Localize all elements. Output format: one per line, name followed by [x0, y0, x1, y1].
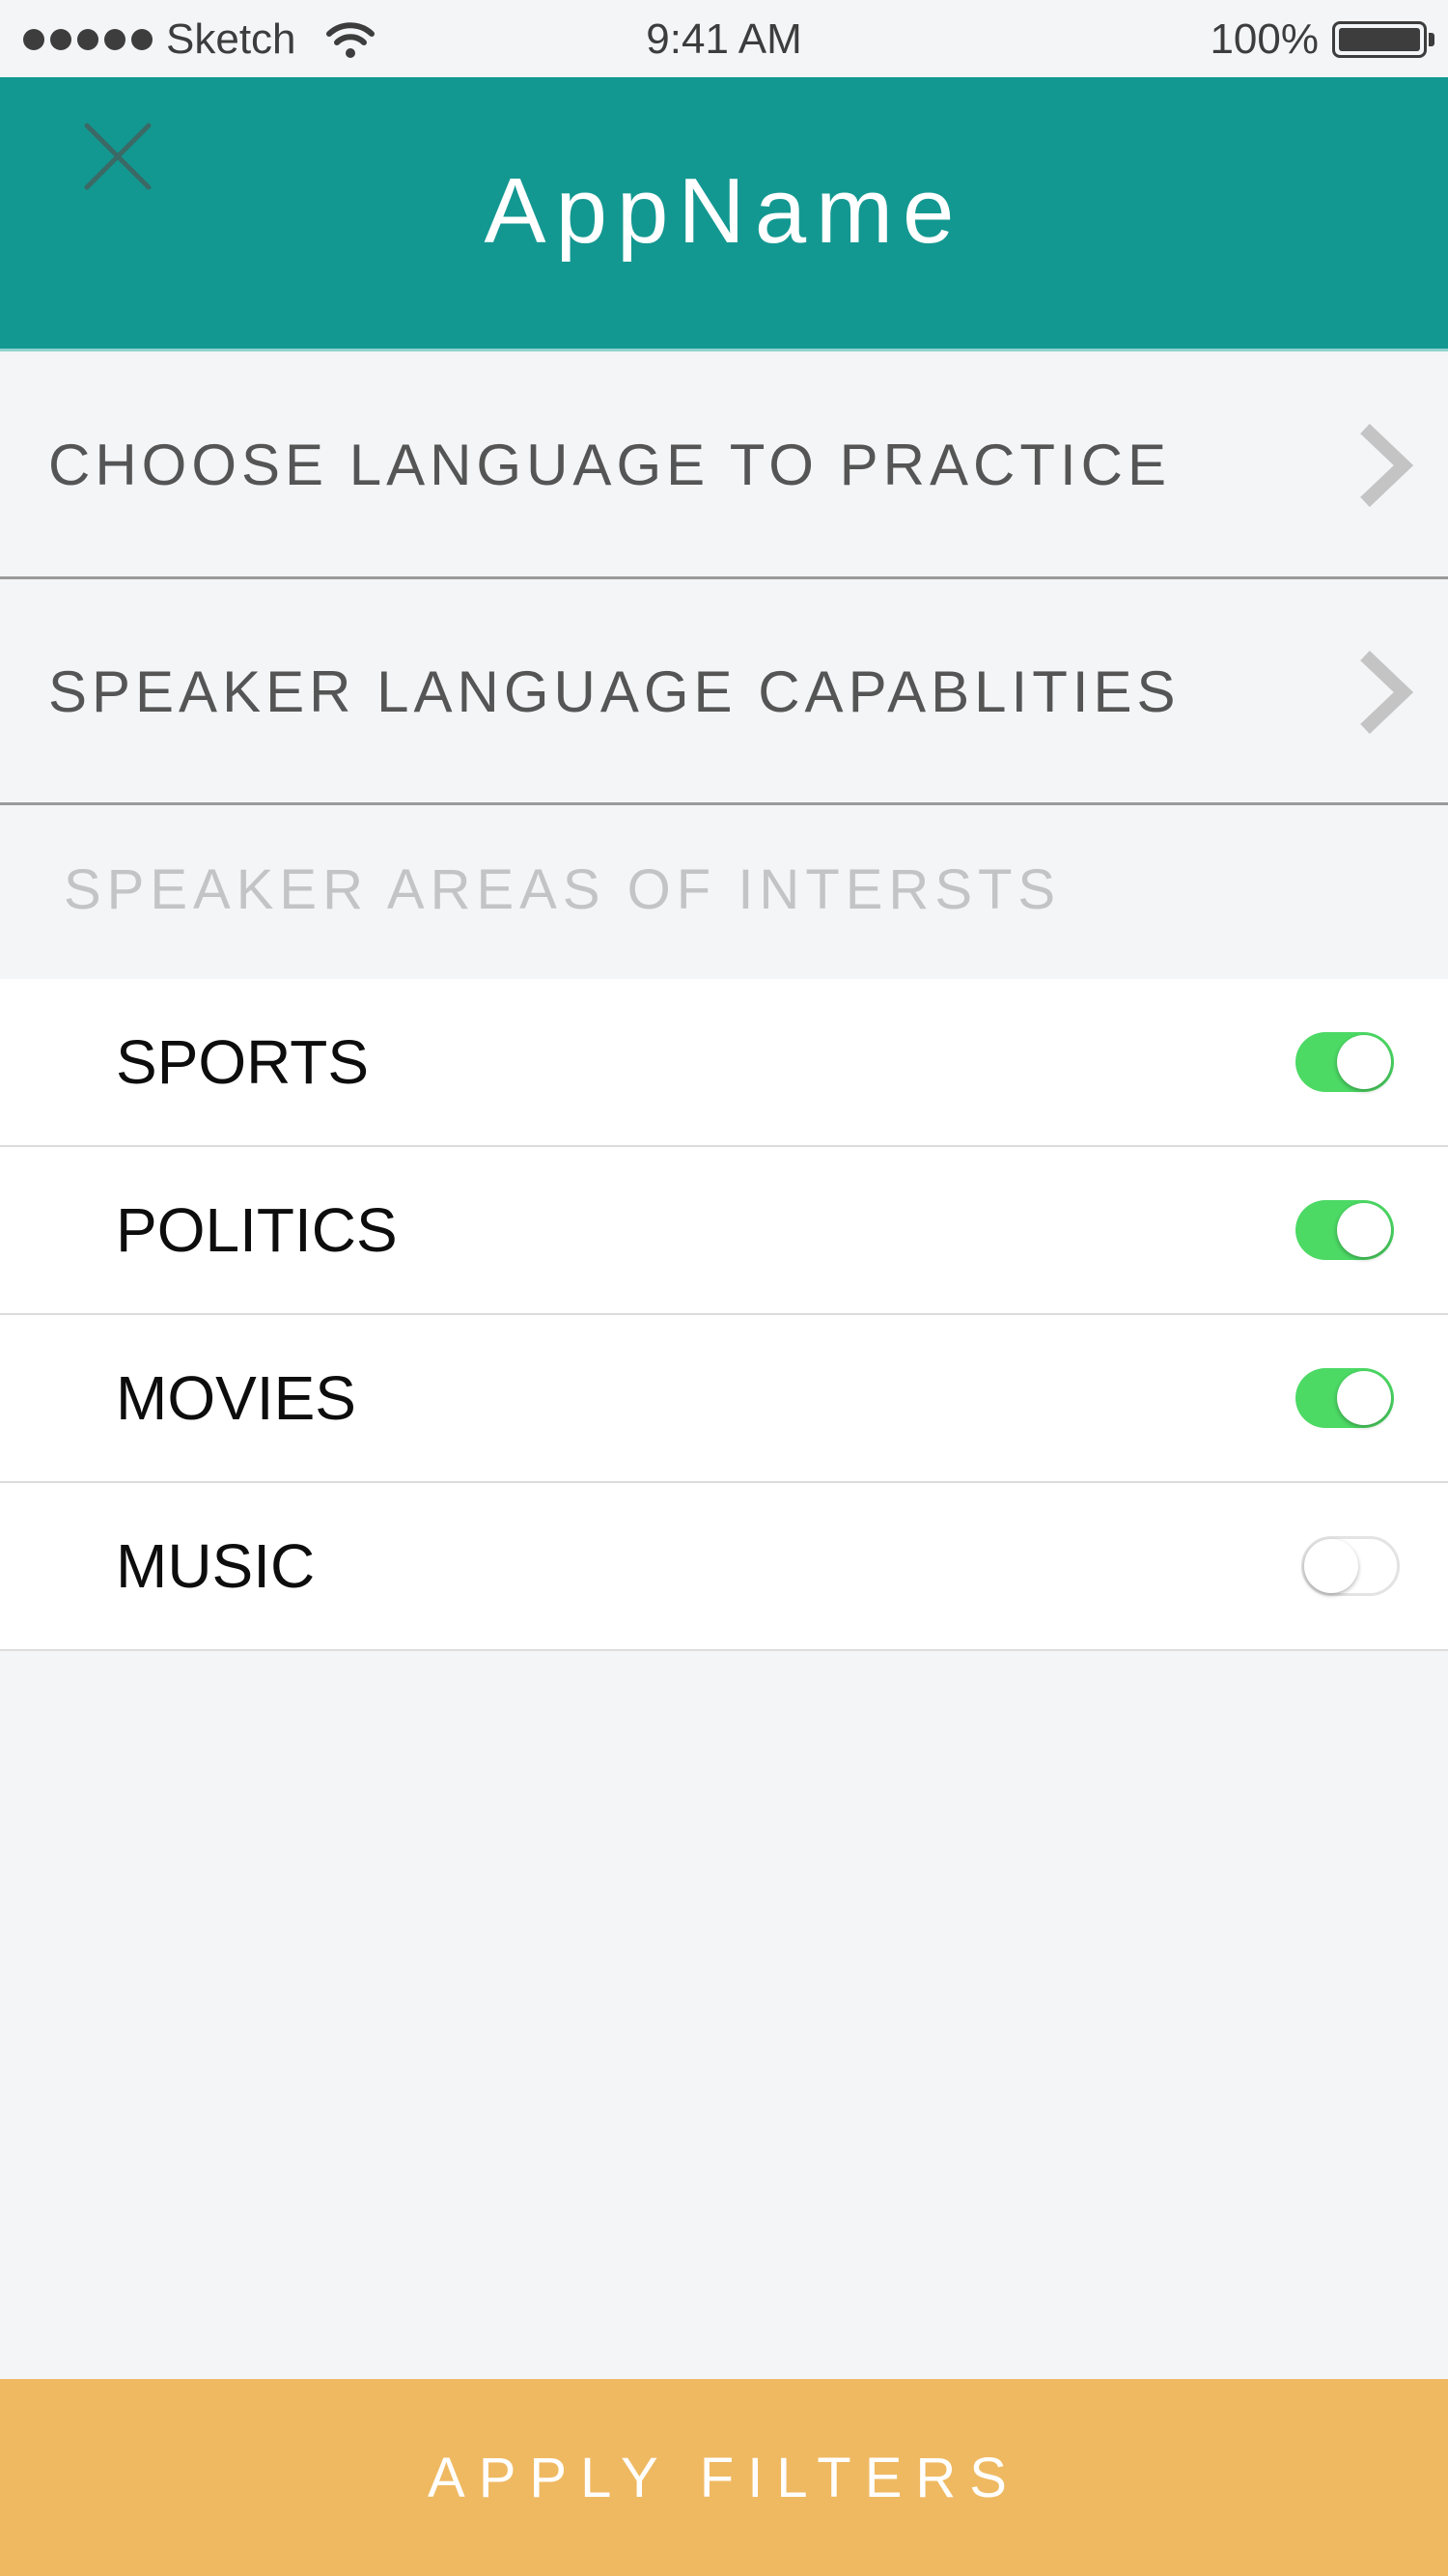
apply-filters-button[interactable]: APPLY FILTERS [0, 2379, 1448, 2576]
toggle-knob [1304, 1539, 1358, 1593]
movies-label: MOVIES [116, 1363, 356, 1433]
status-bar: Sketch 9:41 AM 100% [0, 0, 1448, 77]
speaker-language-row[interactable]: SPEAKER LANGUAGE CAPABLITIES [0, 581, 1448, 805]
politics-toggle[interactable] [1295, 1200, 1394, 1260]
app-header: AppName [0, 77, 1448, 351]
choose-language-label: CHOOSE LANGUAGE TO PRACTICE [48, 433, 1171, 497]
toggle-knob [1337, 1371, 1391, 1425]
chevron-right-icon [1360, 423, 1413, 507]
sports-label: SPORTS [116, 1027, 369, 1097]
status-right: 100% [1210, 15, 1434, 64]
sports-toggle[interactable] [1295, 1032, 1394, 1092]
battery-percentage: 100% [1210, 15, 1319, 63]
music-label: MUSIC [116, 1531, 316, 1601]
music-toggle[interactable] [1301, 1536, 1400, 1596]
movies-toggle[interactable] [1295, 1368, 1394, 1428]
speaker-language-label: SPEAKER LANGUAGE CAPABLITIES [48, 659, 1181, 724]
battery-icon [1332, 21, 1434, 58]
app-title: AppName [484, 159, 964, 263]
interests-list: SPORTS POLITICS MOVIES MUSIC [0, 979, 1448, 1651]
politics-label: POLITICS [116, 1195, 398, 1265]
list-item-politics: POLITICS [0, 1147, 1448, 1315]
list-item-movies: MOVIES [0, 1315, 1448, 1483]
list-item-sports: SPORTS [0, 979, 1448, 1147]
chevron-right-icon [1360, 650, 1413, 734]
toggle-knob [1337, 1035, 1391, 1089]
toggle-knob [1337, 1203, 1391, 1257]
choose-language-row[interactable]: CHOOSE LANGUAGE TO PRACTICE [0, 353, 1448, 584]
list-item-music: MUSIC [0, 1483, 1448, 1651]
interests-section-title: SPEAKER AREAS OF INTERSTS [64, 858, 1062, 921]
